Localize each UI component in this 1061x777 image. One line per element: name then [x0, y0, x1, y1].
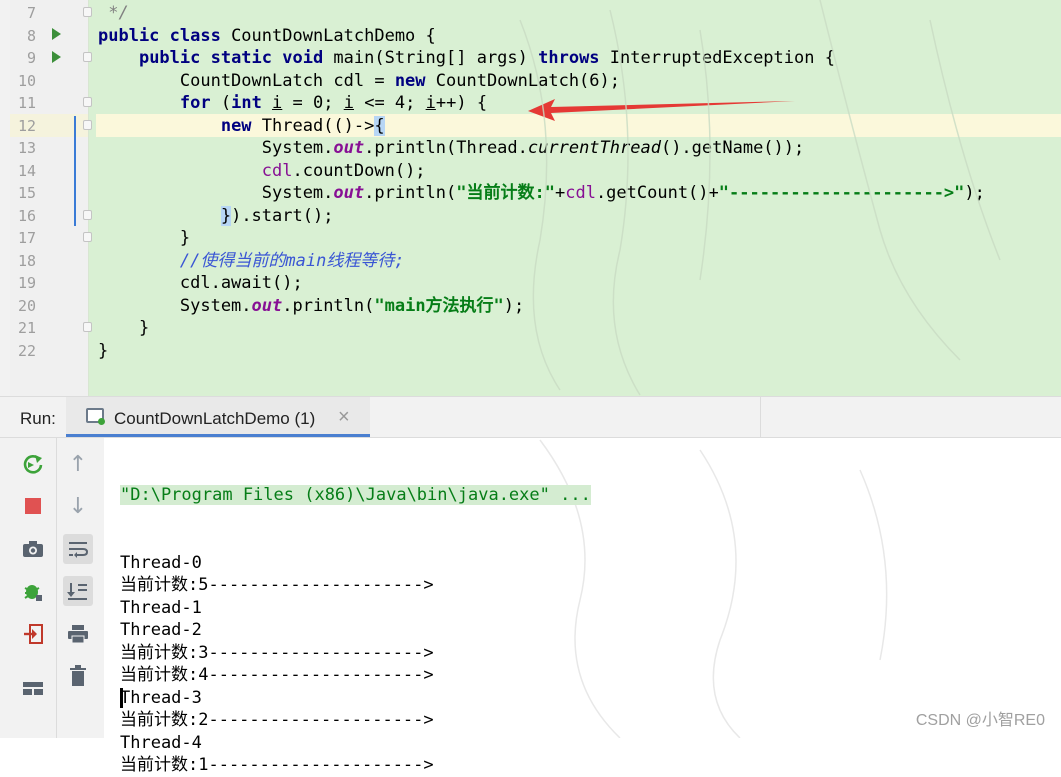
run-tab-label: CountDownLatchDemo (1) — [114, 409, 316, 428]
run-tab-countdownlatchdemo[interactable]: CountDownLatchDemo (1) × — [66, 397, 370, 437]
console-output[interactable]: "D:\Program Files (x86)\Java\bin\java.ex… — [120, 439, 591, 775]
toolbar-divider — [56, 438, 57, 738]
layout-icon[interactable] — [18, 673, 48, 703]
rerun-icon[interactable] — [18, 449, 48, 479]
console-line: Thread-2 — [120, 620, 202, 640]
camera-icon[interactable] — [18, 534, 48, 564]
import-icon[interactable] — [18, 619, 48, 649]
console-line: Thread-1 — [120, 597, 202, 618]
run-label: Run: — [20, 409, 56, 428]
console-line: Thread-4 — [120, 732, 202, 753]
soft-wrap-icon[interactable] — [63, 534, 93, 564]
code-editor[interactable]: 7 8 9 10 11 12 13 14 15 16 17 18 19 20 21 22 */public c… — [0, 0, 1061, 396]
watermark: CSDN @小智RE0 — [915, 712, 1045, 729]
stop-icon[interactable] — [18, 491, 48, 521]
run-panel-header: Run: CountDownLatchDemo (1) × — [0, 396, 1061, 438]
console-line: 当前计数:3---------------------> — [120, 642, 434, 663]
debug-icon[interactable] — [18, 576, 48, 606]
print-icon[interactable] — [63, 619, 93, 649]
console-line: Thread-0 — [120, 552, 202, 573]
console-tab-icon — [86, 408, 105, 425]
console-caret — [120, 688, 123, 708]
console-line: 当前计数:5---------------------> — [120, 575, 434, 595]
console-line: 当前计数:2---------------------> — [120, 710, 434, 730]
trash-icon[interactable] — [63, 661, 93, 691]
console-command-line: "D:\Program Files (x86)\Java\bin\java.ex… — [120, 485, 591, 505]
red-annotation-arrow — [528, 99, 795, 121]
console-line: Thread-3 — [120, 687, 202, 708]
console-line: 当前计数:1---------------------> — [120, 755, 434, 775]
scroll-up-icon[interactable]: ↑ — [63, 449, 93, 479]
close-tab-icon[interactable]: × — [338, 406, 350, 429]
header-divider — [760, 397, 761, 437]
scroll-to-end-icon[interactable] — [63, 576, 93, 606]
scroll-down-icon[interactable]: ↓ — [63, 491, 93, 521]
console-line: 当前计数:4---------------------> — [120, 665, 434, 685]
